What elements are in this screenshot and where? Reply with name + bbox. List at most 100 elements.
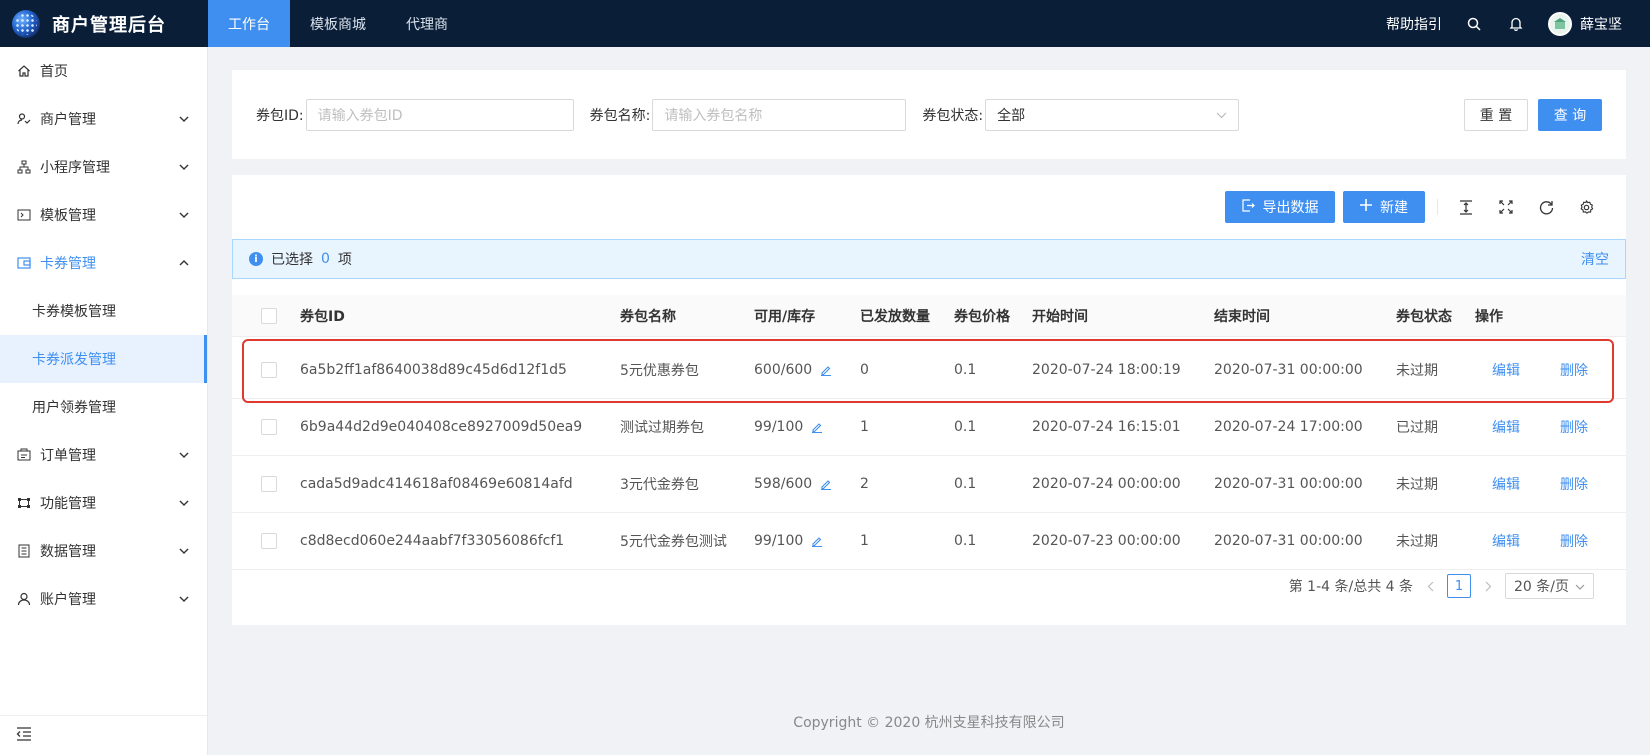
chevron-down-icon bbox=[179, 594, 189, 604]
col-end-time: 结束时间 bbox=[1214, 308, 1270, 325]
data-icon bbox=[16, 543, 32, 559]
avatar bbox=[1548, 11, 1572, 36]
select-all-checkbox[interactable] bbox=[261, 295, 277, 336]
row-checkbox[interactable] bbox=[261, 513, 277, 569]
logo-icon bbox=[12, 9, 40, 38]
row-checkbox[interactable] bbox=[261, 456, 277, 512]
cell-status: 未过期 bbox=[1396, 534, 1438, 550]
search-icon[interactable] bbox=[1464, 14, 1484, 34]
row-checkbox[interactable] bbox=[261, 342, 277, 398]
top-nav: 工作台 模板商城 代理商 bbox=[208, 0, 468, 47]
col-status: 券包状态 bbox=[1396, 308, 1452, 325]
sidebar-item-label: 模板管理 bbox=[40, 208, 96, 224]
page-size-select[interactable]: 20 条/页 bbox=[1505, 573, 1594, 599]
sidebar-item-coupon[interactable]: 卡券管理 bbox=[0, 239, 207, 287]
function-icon bbox=[16, 495, 32, 511]
sidebar-item-label: 小程序管理 bbox=[40, 160, 110, 176]
edit-stock-icon[interactable] bbox=[811, 535, 823, 547]
edit-stock-icon[interactable] bbox=[820, 478, 832, 490]
sidebar-item-label: 用户领券管理 bbox=[32, 400, 116, 416]
sidebar-item-function[interactable]: 功能管理 bbox=[0, 479, 207, 527]
sidebar-item-label: 数据管理 bbox=[40, 544, 96, 560]
chevron-down-icon bbox=[179, 210, 189, 220]
sidebar-item-data[interactable]: 数据管理 bbox=[0, 527, 207, 575]
info-icon: i bbox=[249, 252, 263, 266]
coupon-name-input[interactable]: 请输入券包名称 bbox=[652, 98, 907, 131]
coupon-status-select[interactable]: 全部 bbox=[985, 98, 1240, 131]
column-height-icon[interactable] bbox=[1450, 191, 1482, 223]
cell-status: 未过期 bbox=[1396, 363, 1438, 379]
coupon-status-label: 券包状态: bbox=[922, 107, 984, 124]
export-label: 导出数据 bbox=[1262, 200, 1319, 216]
chevron-down-icon bbox=[1575, 578, 1585, 594]
page-number[interactable]: 1 bbox=[1447, 574, 1472, 598]
merchant-icon bbox=[16, 111, 32, 127]
selection-prefix: 已选择 bbox=[271, 252, 313, 268]
edit-stock-icon[interactable] bbox=[811, 421, 823, 433]
coupon-id-input[interactable]: 请输入券包ID bbox=[305, 98, 574, 131]
home-icon bbox=[16, 63, 32, 79]
delete-link[interactable]: 删除 bbox=[1560, 399, 1588, 455]
col-actions: 操作 bbox=[1475, 308, 1503, 325]
cell-stock: 600/600 bbox=[754, 342, 832, 398]
delete-link[interactable]: 删除 bbox=[1560, 456, 1588, 512]
coupon-name-label: 券包名称: bbox=[589, 107, 651, 124]
table-header: 券包ID 券包名称 可用/库存 已发放数量 券包价格 开始时间 结束时间 券包状… bbox=[232, 295, 1626, 337]
top-nav-workbench[interactable]: 工作台 bbox=[208, 0, 290, 47]
chevron-down-icon bbox=[1216, 107, 1227, 123]
bell-icon[interactable] bbox=[1506, 14, 1526, 34]
settings-icon[interactable] bbox=[1570, 191, 1602, 223]
sidebar-item-label: 账户管理 bbox=[40, 592, 96, 608]
cell-price: 0.1 bbox=[954, 533, 977, 549]
sidebar-item-order[interactable]: 订单管理 bbox=[0, 431, 207, 479]
top-header: 商户管理后台 工作台 模板商城 代理商 帮助指引 薛宝坚 bbox=[0, 0, 1650, 47]
edit-link[interactable]: 编辑 bbox=[1492, 513, 1520, 569]
chevron-down-icon bbox=[179, 162, 189, 172]
sidebar-item-merchant[interactable]: 商户管理 bbox=[0, 95, 207, 143]
col-price: 券包价格 bbox=[954, 308, 1010, 325]
edit-link[interactable]: 编辑 bbox=[1492, 456, 1520, 512]
fullscreen-icon[interactable] bbox=[1490, 191, 1522, 223]
top-nav-agent[interactable]: 代理商 bbox=[386, 0, 468, 47]
query-button[interactable]: 查 询 bbox=[1538, 98, 1602, 131]
top-nav-template-mall[interactable]: 模板商城 bbox=[290, 0, 386, 47]
toolbar-divider bbox=[1437, 199, 1438, 215]
row-checkbox[interactable] bbox=[261, 399, 277, 455]
delete-link[interactable]: 删除 bbox=[1560, 342, 1588, 398]
sitemap-icon bbox=[16, 159, 32, 175]
sidebar-collapse-button[interactable] bbox=[0, 715, 207, 755]
edit-stock-icon[interactable] bbox=[820, 364, 832, 376]
help-link[interactable]: 帮助指引 bbox=[1386, 14, 1442, 34]
cell-start-time: 2020-07-24 00:00:00 bbox=[1032, 476, 1181, 492]
prev-page-icon[interactable] bbox=[1423, 574, 1437, 598]
cell-coupon-id: c8d8ecd060e244aabf7f33056086fcf1 bbox=[300, 533, 565, 549]
sidebar-item-user-coupon[interactable]: 用户领券管理 bbox=[0, 383, 207, 431]
menu-fold-icon bbox=[16, 726, 32, 745]
next-page-icon[interactable] bbox=[1481, 574, 1495, 598]
user-menu[interactable]: 薛宝坚 bbox=[1548, 11, 1622, 36]
cell-coupon-id: cada5d9adc414618af08469e60814afd bbox=[300, 476, 573, 492]
reload-icon[interactable] bbox=[1530, 191, 1562, 223]
brand[interactable]: 商户管理后台 bbox=[0, 0, 208, 47]
sidebar-item-home[interactable]: 首页 bbox=[0, 47, 207, 95]
create-button[interactable]: 新建 bbox=[1343, 191, 1425, 223]
edit-link[interactable]: 编辑 bbox=[1492, 342, 1520, 398]
reset-button[interactable]: 重 置 bbox=[1464, 98, 1528, 131]
sidebar-item-template[interactable]: 模板管理 bbox=[0, 191, 207, 239]
delete-link[interactable]: 删除 bbox=[1560, 513, 1588, 569]
clear-selection-link[interactable]: 清空 bbox=[1581, 249, 1609, 269]
sidebar-item-label: 卡券管理 bbox=[40, 256, 96, 272]
header-actions: 帮助指引 薛宝坚 bbox=[1386, 0, 1650, 47]
export-button[interactable]: 导出数据 bbox=[1225, 191, 1335, 223]
sidebar-item-label: 商户管理 bbox=[40, 112, 96, 128]
chevron-up-icon bbox=[179, 258, 189, 268]
sidebar-item-miniprogram[interactable]: 小程序管理 bbox=[0, 143, 207, 191]
user-icon bbox=[16, 591, 32, 607]
sidebar-item-coupon-dispatch[interactable]: 卡券派发管理 bbox=[0, 335, 207, 383]
cell-coupon-id: 6a5b2ff1af8640038d89c45d6d12f1d5 bbox=[300, 362, 567, 378]
cell-coupon-id: 6b9a44d2d9e040408ce8927009d50ea9 bbox=[300, 419, 583, 435]
edit-link[interactable]: 编辑 bbox=[1492, 399, 1520, 455]
sidebar-item-account[interactable]: 账户管理 bbox=[0, 575, 207, 623]
sidebar-item-label: 订单管理 bbox=[40, 448, 96, 464]
sidebar-item-coupon-template[interactable]: 卡券模板管理 bbox=[0, 287, 207, 335]
